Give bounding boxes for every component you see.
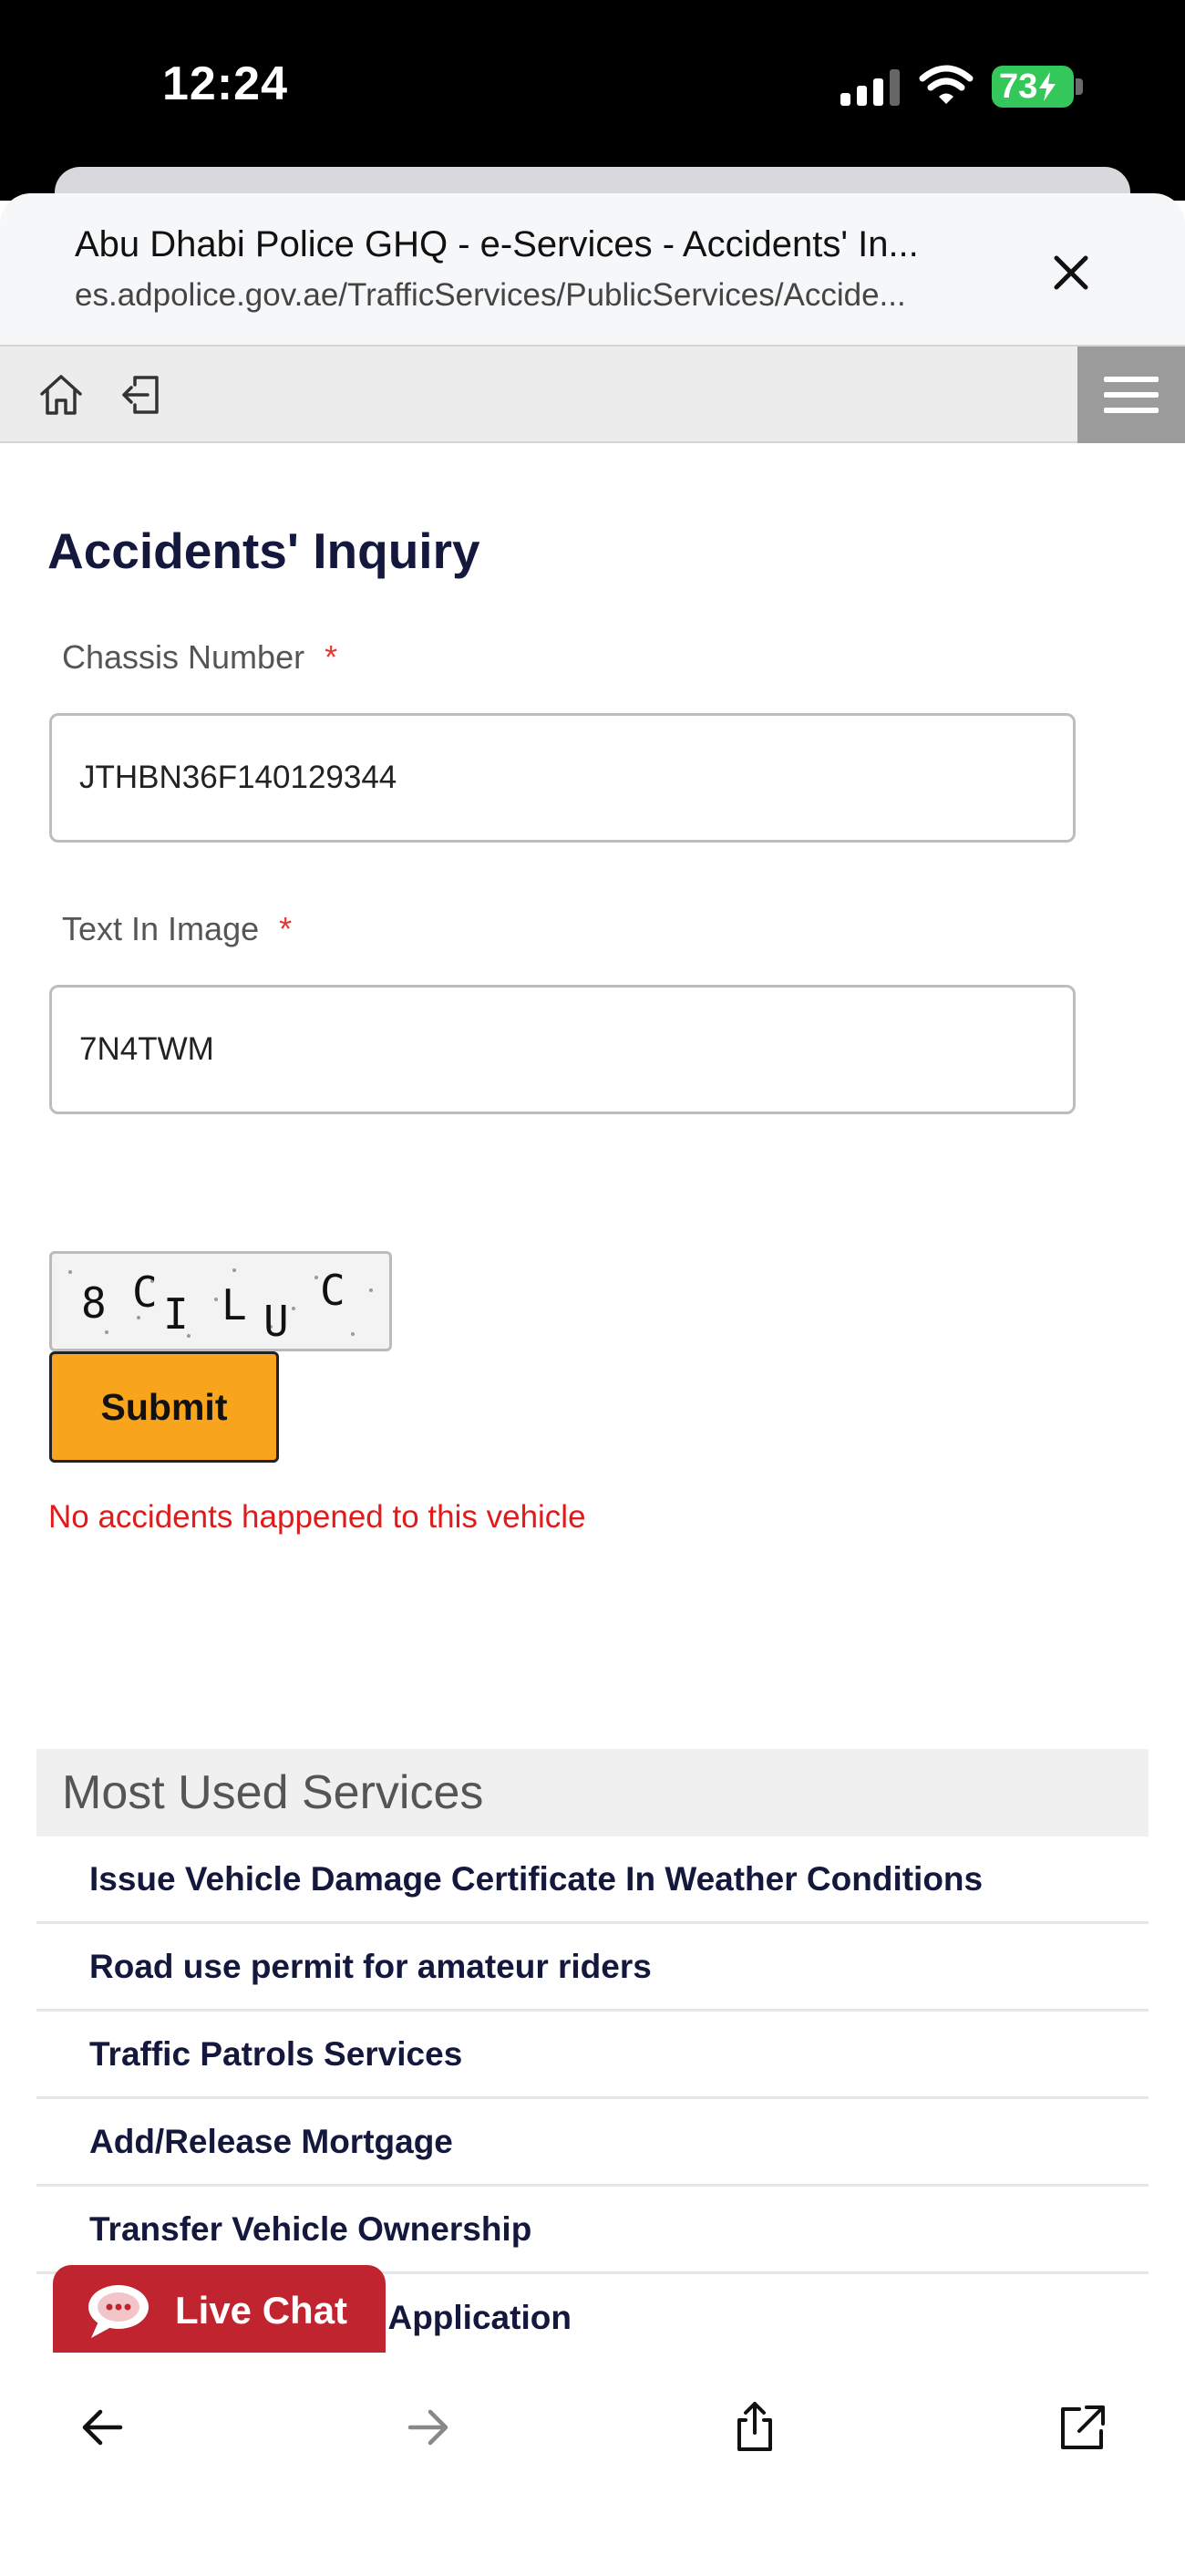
page-heading: Accidents' Inquiry — [47, 522, 480, 579]
service-link[interactable]: Add/Release Mortgage — [36, 2099, 1149, 2187]
browser-url[interactable]: es.adpolice.gov.ae/TrafficServices/Publi… — [75, 277, 986, 314]
battery-icon: 73 — [992, 66, 1074, 108]
captcha-char: C — [320, 1266, 345, 1315]
share-icon[interactable] — [727, 2400, 782, 2455]
captcha-char: L — [222, 1280, 247, 1329]
captcha-char: I — [163, 1289, 189, 1339]
browser-page-title: Abu Dhabi Police GHQ - e-Services - Acci… — [75, 224, 919, 264]
required-mark: * — [325, 638, 338, 676]
signal-icon — [840, 69, 901, 106]
status-time: 12:24 — [162, 57, 288, 110]
service-link[interactable]: Issue Vehicle Damage Certificate In Weat… — [36, 1836, 1149, 1924]
live-chat-button[interactable]: Live Chat — [53, 2265, 386, 2356]
captcha-char: 8 — [81, 1278, 107, 1328]
close-icon[interactable] — [1046, 248, 1096, 297]
back-icon[interactable] — [75, 2400, 129, 2455]
forward-icon[interactable] — [401, 2400, 456, 2455]
captcha-text-input[interactable] — [49, 985, 1076, 1114]
required-mark: * — [279, 910, 293, 947]
home-icon[interactable] — [36, 370, 86, 419]
captcha-char: C — [132, 1267, 158, 1317]
captcha-drawing: 8 C I L U C — [68, 1266, 373, 1346]
chassis-number-input[interactable] — [49, 713, 1076, 843]
chassis-label: Chassis Number * — [62, 638, 337, 677]
chat-bubble-icon — [88, 2285, 149, 2338]
charging-icon — [1039, 72, 1056, 101]
captcha-image: 8 C I L U C — [49, 1251, 392, 1351]
captcha-char: U — [263, 1297, 289, 1346]
menu-icon[interactable] — [1077, 347, 1185, 443]
live-chat-label: Live Chat — [175, 2289, 348, 2332]
battery-level: 73 — [999, 67, 1038, 106]
most-used-services-title: Most Used Services — [62, 1766, 484, 1819]
most-used-services-header: Most Used Services — [36, 1749, 1149, 1836]
open-external-icon[interactable] — [1056, 2400, 1110, 2455]
logout-icon[interactable] — [117, 370, 166, 419]
service-link[interactable]: Traffic Patrols Services — [36, 2012, 1149, 2099]
wifi-icon — [919, 65, 974, 104]
text-in-image-label: Text In Image * — [62, 910, 292, 948]
chassis-label-text: Chassis Number — [62, 638, 305, 676]
browser-toolbar — [0, 2353, 1185, 2576]
result-message: No accidents happened to this vehicle — [48, 1499, 586, 1535]
browser-header: Abu Dhabi Police GHQ - e-Services - Acci… — [0, 193, 1185, 347]
service-link[interactable]: Road use permit for amateur riders — [36, 1924, 1149, 2012]
text-in-image-label-text: Text In Image — [62, 910, 260, 947]
service-link[interactable]: Transfer Vehicle Ownership — [36, 2187, 1149, 2274]
submit-button[interactable]: Submit — [49, 1351, 279, 1463]
site-nav-bar — [0, 345, 1185, 443]
